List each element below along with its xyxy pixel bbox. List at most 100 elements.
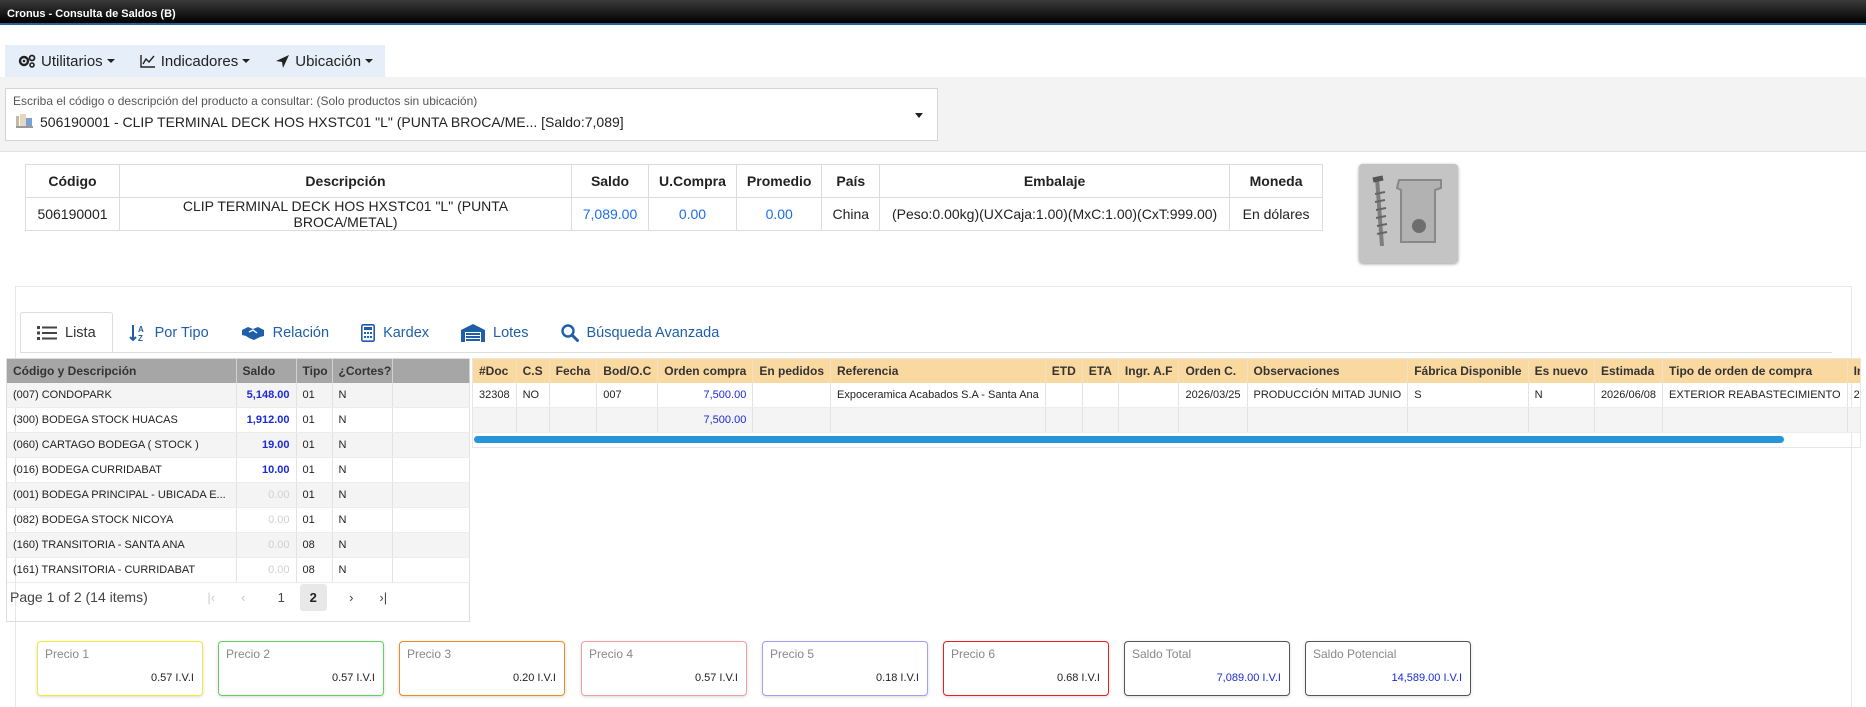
price-value: 0.57 I.V.I xyxy=(694,672,738,684)
orders-header-row: #Doc C.S Fecha Bod/O.C Orden compra En p… xyxy=(473,359,1860,383)
col-observaciones[interactable]: Observaciones xyxy=(1247,359,1409,383)
first-page-icon[interactable]: |‹ xyxy=(198,584,225,611)
price-label: Precio 6 xyxy=(951,647,996,661)
dropdown-caret-icon[interactable] xyxy=(915,113,923,118)
order-observaciones: PRODUCCIÓN MITAD JUNIO xyxy=(1247,383,1409,408)
product-moneda: En dólares xyxy=(1229,197,1324,231)
col-saldo[interactable]: Saldo xyxy=(236,359,297,383)
bodegas-header-row: Código y Descripción Saldo Tipo ¿Cortes? xyxy=(7,359,470,383)
order-eta xyxy=(1082,383,1119,408)
price-card-3: Precio 3 0.20 I.V.I xyxy=(399,641,565,696)
gears-icon xyxy=(18,54,36,68)
price-value: 0.57 I.V.I xyxy=(331,672,375,684)
price-label: Saldo Potencial xyxy=(1313,647,1397,661)
product-saldo[interactable]: 7,089.00 xyxy=(571,197,649,231)
handshake-icon xyxy=(241,326,264,340)
page-1-button[interactable]: 1 xyxy=(268,584,295,611)
order-fecha xyxy=(549,383,598,408)
tab-lista-label: Lista xyxy=(65,324,96,341)
col-ing[interactable]: Ing xyxy=(1847,359,1860,383)
price-label: Precio 1 xyxy=(45,647,90,661)
price-value: 0.18 I.V.I xyxy=(875,672,919,684)
svg-text:Z: Z xyxy=(138,334,143,342)
price-label: Saldo Total xyxy=(1132,647,1192,661)
bodegas-grid: Código y Descripción Saldo Tipo ¿Cortes?… xyxy=(6,358,470,622)
bodega-tipo: 01 xyxy=(296,482,333,508)
col-fabrica-disponible[interactable]: Fábrica Disponible xyxy=(1407,359,1529,383)
product-code: 506190001 xyxy=(25,197,120,231)
tab-lotes[interactable]: Lotes xyxy=(445,312,544,353)
prev-page-icon[interactable]: ‹ xyxy=(230,584,257,611)
col-referencia[interactable]: Referencia xyxy=(830,359,1046,383)
order-doc: 32308 xyxy=(473,383,517,408)
next-page-icon[interactable]: › xyxy=(338,584,365,611)
col-estimada[interactable]: Estimada xyxy=(1594,359,1664,383)
table-row[interactable]: (016) BODEGA CURRIDABAT 10.00 01 N xyxy=(7,457,470,483)
bodega-tipo: 01 xyxy=(296,383,333,408)
col-cs[interactable]: C.S xyxy=(516,359,550,383)
bodega-saldo: 5,148.00 xyxy=(236,383,297,408)
bodega-name: (060) CARTAGO BODEGA ( STOCK ) xyxy=(7,432,237,458)
table-row[interactable]: (300) BODEGA STOCK HUACAS 1,912.00 01 N xyxy=(7,407,470,433)
ubicacion-menu[interactable]: Ubicación xyxy=(262,45,385,77)
tab-lista[interactable]: Lista xyxy=(20,312,113,353)
product-ucompra[interactable]: 0.00 xyxy=(648,197,737,231)
price-card-4: Precio 4 0.57 I.V.I xyxy=(581,641,747,696)
order-etd xyxy=(1045,383,1083,408)
price-label: Precio 5 xyxy=(770,647,815,661)
saldo-potencial-card: Saldo Potencial 14,589.00 I.V.I xyxy=(1305,641,1471,696)
product-promedio[interactable]: 0.00 xyxy=(735,197,823,231)
price-value: 7,089.00 I.V.I xyxy=(1216,672,1281,684)
table-row[interactable]: (060) CARTAGO BODEGA ( STOCK ) 19.00 01 N xyxy=(7,432,470,458)
product-photo[interactable] xyxy=(1359,164,1458,263)
col-bod-oc[interactable]: Bod/O.C xyxy=(596,359,659,383)
col-orden-compra[interactable]: Orden compra xyxy=(657,359,754,383)
table-row[interactable]: (082) BODEGA STOCK NICOYA 0.00 01 N xyxy=(7,507,470,533)
bodega-cortes: N xyxy=(332,383,393,408)
bodega-saldo: 0.00 xyxy=(236,507,297,533)
product-table: Código Descripción Saldo U.Compra Promed… xyxy=(25,164,1324,231)
col-doc[interactable]: #Doc xyxy=(473,359,517,383)
price-value: 14,589.00 I.V.I xyxy=(1391,672,1462,684)
col-etd[interactable]: ETD xyxy=(1045,359,1083,383)
utilitarios-menu[interactable]: Utilitarios xyxy=(5,45,127,77)
col-eta[interactable]: ETA xyxy=(1082,359,1119,383)
bodega-saldo: 1,912.00 xyxy=(236,407,297,433)
col-orden-c[interactable]: Orden C. xyxy=(1178,359,1248,383)
indicadores-menu[interactable]: Indicadores xyxy=(127,45,263,77)
col-es-nuevo[interactable]: Es nuevo xyxy=(1528,359,1595,383)
col-cortes[interactable]: ¿Cortes? xyxy=(332,359,393,383)
table-row[interactable]: (007) CONDOPARK 5,148.00 01 N xyxy=(7,383,470,408)
table-row[interactable]: 32308 NO 007 7,500.00 Expoceramica Acaba… xyxy=(473,383,1860,408)
bodega-name: (016) BODEGA CURRIDABAT xyxy=(7,457,237,483)
tab-kardex[interactable]: Kardex xyxy=(345,312,445,353)
col-tipo-orden[interactable]: Tipo de orden de compra xyxy=(1662,359,1848,383)
tab-por-tipo[interactable]: AZ Por Tipo xyxy=(113,312,225,353)
table-row[interactable]: (160) TRANSITORIA - SANTA ANA 0.00 08 N xyxy=(7,532,470,558)
bodega-cortes: N xyxy=(332,532,393,558)
tab-relacion-label: Relación xyxy=(272,324,330,341)
order-cs: NO xyxy=(516,383,550,408)
horizontal-scrollbar[interactable] xyxy=(474,436,1784,443)
utilitarios-label: Utilitarios xyxy=(41,52,103,70)
tab-busqueda-avanzada[interactable]: Búsqueda Avanzada xyxy=(545,312,736,353)
col-ingr-af[interactable]: Ingr. A.F xyxy=(1118,359,1180,383)
tab-relacion[interactable]: Relación xyxy=(225,312,345,353)
product-search-combo[interactable]: Escriba el código o descripción del prod… xyxy=(5,88,938,141)
col-tipo[interactable]: Tipo xyxy=(296,359,333,383)
table-row[interactable]: (001) BODEGA PRINCIPAL - UBICADA E... 0.0… xyxy=(7,482,470,508)
bodega-name: (007) CONDOPARK xyxy=(7,383,237,408)
bodega-cortes: N xyxy=(332,457,393,483)
last-page-icon[interactable]: ›| xyxy=(370,584,397,611)
col-codigo-descripcion[interactable]: Código y Descripción xyxy=(7,359,237,383)
window-title: Cronus - Consulta de Saldos (B) xyxy=(0,0,1866,25)
tab-divider xyxy=(20,352,1832,353)
page-2-button[interactable]: 2 xyxy=(299,583,327,611)
col-pais: País xyxy=(821,164,881,198)
col-ucompra: U.Compra xyxy=(648,164,737,198)
col-fecha[interactable]: Fecha xyxy=(549,359,598,383)
bodega-tipo: 01 xyxy=(296,457,333,483)
product-pais: China xyxy=(821,197,881,231)
saldo-total-card: Saldo Total 7,089.00 I.V.I xyxy=(1124,641,1290,696)
col-en-pedidos[interactable]: En pedidos xyxy=(752,359,831,383)
